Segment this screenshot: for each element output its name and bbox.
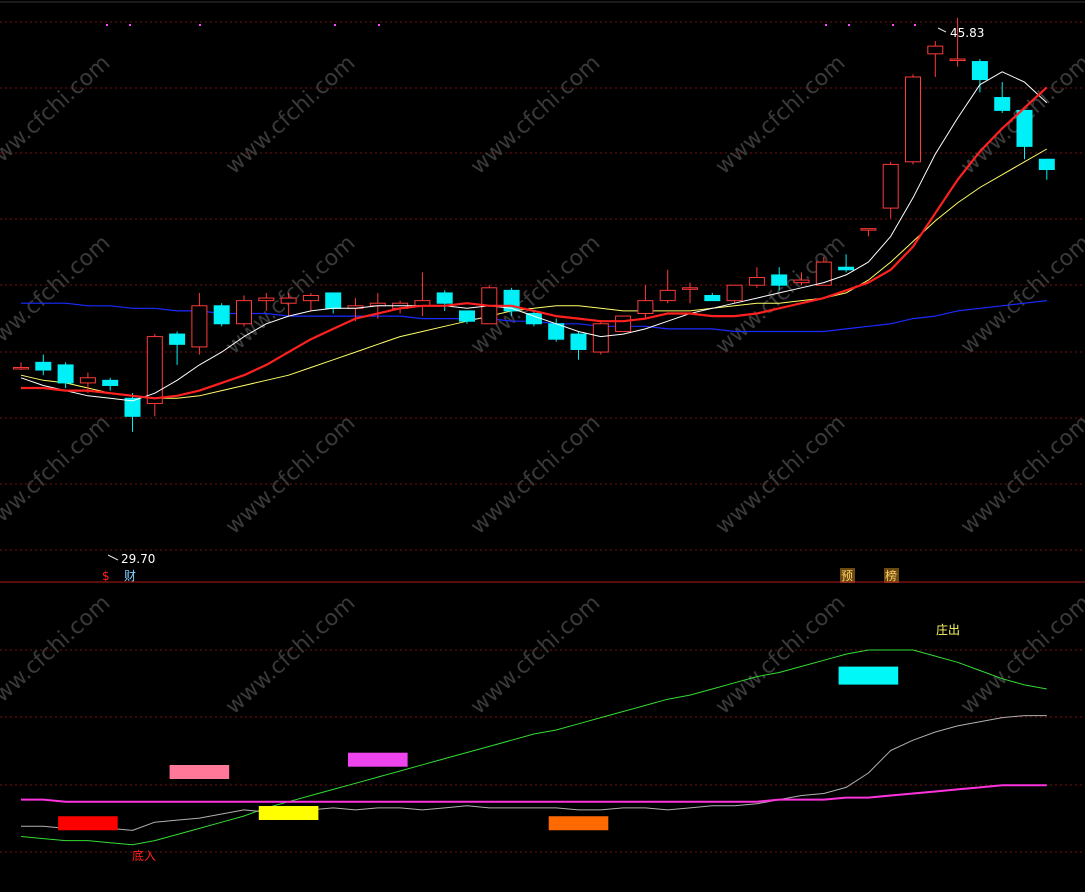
candle-up [860, 228, 877, 231]
top-marker-dot [129, 24, 131, 26]
candle-up [927, 45, 944, 55]
candle-down [1038, 158, 1055, 171]
event-dollar-marker: $ [102, 569, 110, 583]
candle-up [280, 297, 297, 304]
candle-up [13, 366, 29, 370]
top-marker-dot [334, 24, 336, 26]
candle-down [838, 266, 855, 271]
bottom-signal-label: 底入 [132, 848, 156, 863]
candle-up [793, 279, 810, 284]
candle-down [994, 97, 1011, 111]
signal-block [258, 806, 319, 820]
candle-down [436, 292, 453, 304]
chart-background [0, 0, 1085, 888]
event-forecast-marker: 预 [841, 569, 853, 583]
candle-down [704, 294, 721, 302]
candle-down [35, 361, 52, 371]
event-finance-marker: 财 [124, 569, 136, 583]
signal-block [838, 666, 899, 685]
top-marker-dot [199, 24, 201, 26]
candle-up [236, 300, 252, 325]
candle-down [57, 364, 74, 384]
high-price-label: 45.83 [950, 26, 984, 40]
candle-up [748, 277, 765, 286]
candle-up [882, 163, 899, 209]
candle-down [771, 274, 788, 286]
top-signal-label: 庄出 [936, 622, 960, 637]
candle-up [258, 297, 275, 302]
signal-block [348, 752, 408, 767]
candle-up [302, 294, 319, 302]
candle-up [949, 58, 966, 61]
top-marker-dot [848, 24, 850, 26]
candle-up [682, 287, 698, 290]
candle-up [79, 377, 96, 384]
candle-down [1016, 109, 1033, 147]
candle-up [592, 323, 609, 353]
candle-down [971, 61, 988, 81]
signal-block [548, 816, 609, 831]
candle-up [191, 305, 208, 348]
candle-up [637, 300, 654, 314]
candle-down [169, 333, 186, 345]
chart-svg: www.cfchi.com www.cfchi.com www.cfchi.com w… [0, 0, 1085, 888]
candle-up [815, 261, 832, 286]
signal-block [58, 816, 118, 831]
candle-down [570, 333, 587, 350]
candle-up [726, 284, 743, 302]
top-marker-dot [914, 24, 916, 26]
event-list-marker: 榜 [885, 568, 897, 583]
candle-down [459, 310, 475, 322]
top-marker-dot [825, 24, 827, 26]
candle-up [659, 289, 676, 302]
top-marker-dot [378, 24, 380, 26]
candle-up [905, 76, 921, 163]
top-marker-dot [106, 24, 108, 26]
low-price-label: 29.70 [121, 552, 155, 566]
top-marker-dot [892, 24, 894, 26]
candle-down [525, 312, 542, 325]
candle-down [102, 379, 119, 386]
candle-down [213, 305, 230, 325]
signal-block [169, 765, 230, 779]
candle-down [325, 292, 342, 309]
candle-up [615, 315, 632, 332]
kline-indicator-chart: www.cfchi.com www.cfchi.com www.cfchi.com w… [0, 0, 1085, 888]
